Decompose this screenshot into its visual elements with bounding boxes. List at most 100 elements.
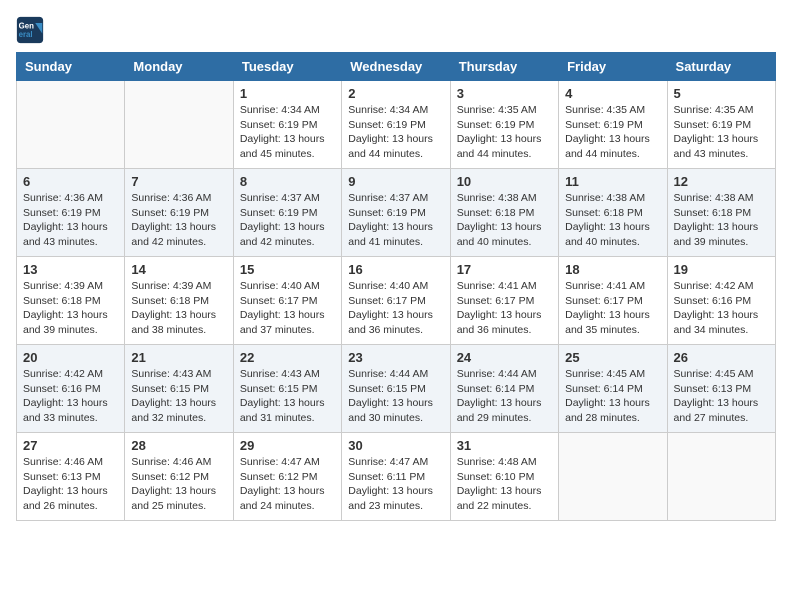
day-number: 8 — [240, 174, 335, 189]
calendar-cell: 5Sunrise: 4:35 AM Sunset: 6:19 PM Daylig… — [667, 81, 775, 169]
day-number: 28 — [131, 438, 226, 453]
day-info: Sunrise: 4:44 AM Sunset: 6:15 PM Dayligh… — [348, 367, 443, 426]
calendar-cell: 30 Sunrise: 4:47 AM Sunset: 6:11 PM Dayli… — [342, 433, 450, 521]
day-info: Sunrise: 4:47 AM Sunset: 6:11 PM Dayligh… — [348, 455, 443, 514]
calendar-cell: 8 Sunrise: 4:37 AM Sunset: 6:19 PM Daylig… — [233, 169, 341, 257]
day-info: Sunrise: 4:43 AM Sunset: 6:15 PM Dayligh… — [240, 367, 335, 426]
calendar-cell: 18Sunrise: 4:41 AM Sunset: 6:17 PM Dayli… — [559, 257, 667, 345]
day-number: 13 — [23, 262, 118, 277]
day-info: Sunrise: 4:42 AM Sunset: 6:16 PM Dayligh… — [674, 279, 769, 338]
calendar-week-row: 20 Sunrise: 4:42 AM Sunset: 6:16 PM Dayli… — [17, 345, 776, 433]
calendar-cell: 13Sunrise: 4:39 AM Sunset: 6:18 PM Dayli… — [17, 257, 125, 345]
day-info: Sunrise: 4:35 AM Sunset: 6:19 PM Dayligh… — [457, 103, 552, 162]
day-info: Sunrise: 4:34 AM Sunset: 6:19 PM Dayligh… — [240, 103, 335, 162]
calendar-cell: 16 Sunrise: 4:40 AM Sunset: 6:17 PM Dayli… — [342, 257, 450, 345]
day-number: 26 — [674, 350, 769, 365]
day-number: 21 — [131, 350, 226, 365]
page-header: Gen eral — [16, 16, 776, 44]
day-number: 31 — [457, 438, 552, 453]
calendar-cell: 28 Sunrise: 4:46 AM Sunset: 6:12 PM Dayli… — [125, 433, 233, 521]
weekday-header: Saturday — [667, 53, 775, 81]
calendar-cell: 14 Sunrise: 4:39 AM Sunset: 6:18 PM Dayli… — [125, 257, 233, 345]
logo-icon: Gen eral — [16, 16, 44, 44]
day-info: Sunrise: 4:35 AM Sunset: 6:19 PM Dayligh… — [565, 103, 660, 162]
calendar-cell: 27 Sunrise: 4:46 AM Sunset: 6:13 PM Dayli… — [17, 433, 125, 521]
calendar-cell: 21 Sunrise: 4:43 AM Sunset: 6:15 PM Dayli… — [125, 345, 233, 433]
calendar-cell: 9Sunrise: 4:37 AM Sunset: 6:19 PM Daylig… — [342, 169, 450, 257]
weekday-header: Monday — [125, 53, 233, 81]
day-info: Sunrise: 4:43 AM Sunset: 6:15 PM Dayligh… — [131, 367, 226, 426]
day-info: Sunrise: 4:46 AM Sunset: 6:12 PM Dayligh… — [131, 455, 226, 514]
calendar-week-row: 27 Sunrise: 4:46 AM Sunset: 6:13 PM Dayli… — [17, 433, 776, 521]
day-number: 16 — [348, 262, 443, 277]
calendar-cell: 26 Sunrise: 4:45 AM Sunset: 6:13 PM Dayli… — [667, 345, 775, 433]
logo: Gen eral — [16, 16, 48, 44]
day-number: 23 — [348, 350, 443, 365]
calendar-cell: 4 Sunrise: 4:35 AM Sunset: 6:19 PM Daylig… — [559, 81, 667, 169]
day-info: Sunrise: 4:47 AM Sunset: 6:12 PM Dayligh… — [240, 455, 335, 514]
svg-text:Gen: Gen — [19, 21, 34, 30]
day-number: 20 — [23, 350, 118, 365]
weekday-header: Wednesday — [342, 53, 450, 81]
calendar-week-row: 1 Sunrise: 4:34 AM Sunset: 6:19 PM Daylig… — [17, 81, 776, 169]
calendar-cell: 24Sunrise: 4:44 AM Sunset: 6:14 PM Dayli… — [450, 345, 558, 433]
calendar-cell: 11 Sunrise: 4:38 AM Sunset: 6:18 PM Dayli… — [559, 169, 667, 257]
calendar-cell: 17 Sunrise: 4:41 AM Sunset: 6:17 PM Dayli… — [450, 257, 558, 345]
calendar-week-row: 13 Sunrise: 4:39 AM Sunset: 6:18 PM Dayli… — [17, 257, 776, 345]
day-number: 9 — [348, 174, 443, 189]
calendar-table: SundayMondayTuesdayWednesdayThursdayFrid… — [16, 52, 776, 521]
day-number: 7 — [131, 174, 226, 189]
day-info: Sunrise: 4:46 AM Sunset: 6:13 PM Dayligh… — [23, 455, 118, 514]
day-number: 18 — [565, 262, 660, 277]
calendar-cell: 29 Sunrise: 4:47 AM Sunset: 6:12 PM Dayli… — [233, 433, 341, 521]
day-info: Sunrise: 4:40 AM Sunset: 6:17 PM Dayligh… — [240, 279, 335, 338]
day-number: 6 — [23, 174, 118, 189]
day-number: 19 — [674, 262, 769, 277]
day-number: 5 — [674, 86, 769, 101]
svg-text:eral: eral — [19, 30, 33, 39]
day-number: 24 — [457, 350, 552, 365]
calendar-cell — [17, 81, 125, 169]
day-info: Sunrise: 4:39 AM Sunset: 6:18 PM Dayligh… — [131, 279, 226, 338]
day-number: 27 — [23, 438, 118, 453]
calendar-body: 1 Sunrise: 4:34 AM Sunset: 6:19 PM Daylig… — [17, 81, 776, 521]
calendar-cell: 23 Sunrise: 4:44 AM Sunset: 6:15 PM Dayli… — [342, 345, 450, 433]
calendar-cell: 20 Sunrise: 4:42 AM Sunset: 6:16 PM Dayli… — [17, 345, 125, 433]
calendar-cell: 12 Sunrise: 4:38 AM Sunset: 6:18 PM Dayli… — [667, 169, 775, 257]
day-number: 10 — [457, 174, 552, 189]
day-info: Sunrise: 4:36 AM Sunset: 6:19 PM Dayligh… — [23, 191, 118, 250]
day-number: 1 — [240, 86, 335, 101]
day-info: Sunrise: 4:36 AM Sunset: 6:19 PM Dayligh… — [131, 191, 226, 250]
day-info: Sunrise: 4:38 AM Sunset: 6:18 PM Dayligh… — [565, 191, 660, 250]
day-number: 12 — [674, 174, 769, 189]
calendar-cell — [125, 81, 233, 169]
calendar-cell: 15Sunrise: 4:40 AM Sunset: 6:17 PM Dayli… — [233, 257, 341, 345]
calendar-cell: 25Sunrise: 4:45 AM Sunset: 6:14 PM Dayli… — [559, 345, 667, 433]
day-number: 30 — [348, 438, 443, 453]
day-info: Sunrise: 4:40 AM Sunset: 6:17 PM Dayligh… — [348, 279, 443, 338]
day-info: Sunrise: 4:48 AM Sunset: 6:10 PM Dayligh… — [457, 455, 552, 514]
day-number: 11 — [565, 174, 660, 189]
day-number: 3 — [457, 86, 552, 101]
calendar-cell: 6 Sunrise: 4:36 AM Sunset: 6:19 PM Daylig… — [17, 169, 125, 257]
day-number: 4 — [565, 86, 660, 101]
day-number: 14 — [131, 262, 226, 277]
day-info: Sunrise: 4:45 AM Sunset: 6:13 PM Dayligh… — [674, 367, 769, 426]
weekday-header: Tuesday — [233, 53, 341, 81]
day-info: Sunrise: 4:37 AM Sunset: 6:19 PM Dayligh… — [240, 191, 335, 250]
day-info: Sunrise: 4:38 AM Sunset: 6:18 PM Dayligh… — [674, 191, 769, 250]
calendar-header-row: SundayMondayTuesdayWednesdayThursdayFrid… — [17, 53, 776, 81]
weekday-header: Thursday — [450, 53, 558, 81]
calendar-cell: 10 Sunrise: 4:38 AM Sunset: 6:18 PM Dayli… — [450, 169, 558, 257]
day-number: 17 — [457, 262, 552, 277]
calendar-cell: 19 Sunrise: 4:42 AM Sunset: 6:16 PM Dayli… — [667, 257, 775, 345]
calendar-cell: 31 Sunrise: 4:48 AM Sunset: 6:10 PM Dayli… — [450, 433, 558, 521]
calendar-cell — [559, 433, 667, 521]
calendar-cell: 22Sunrise: 4:43 AM Sunset: 6:15 PM Dayli… — [233, 345, 341, 433]
day-info: Sunrise: 4:41 AM Sunset: 6:17 PM Dayligh… — [457, 279, 552, 338]
weekday-header: Friday — [559, 53, 667, 81]
day-info: Sunrise: 4:42 AM Sunset: 6:16 PM Dayligh… — [23, 367, 118, 426]
day-number: 29 — [240, 438, 335, 453]
day-number: 2 — [348, 86, 443, 101]
day-info: Sunrise: 4:38 AM Sunset: 6:18 PM Dayligh… — [457, 191, 552, 250]
